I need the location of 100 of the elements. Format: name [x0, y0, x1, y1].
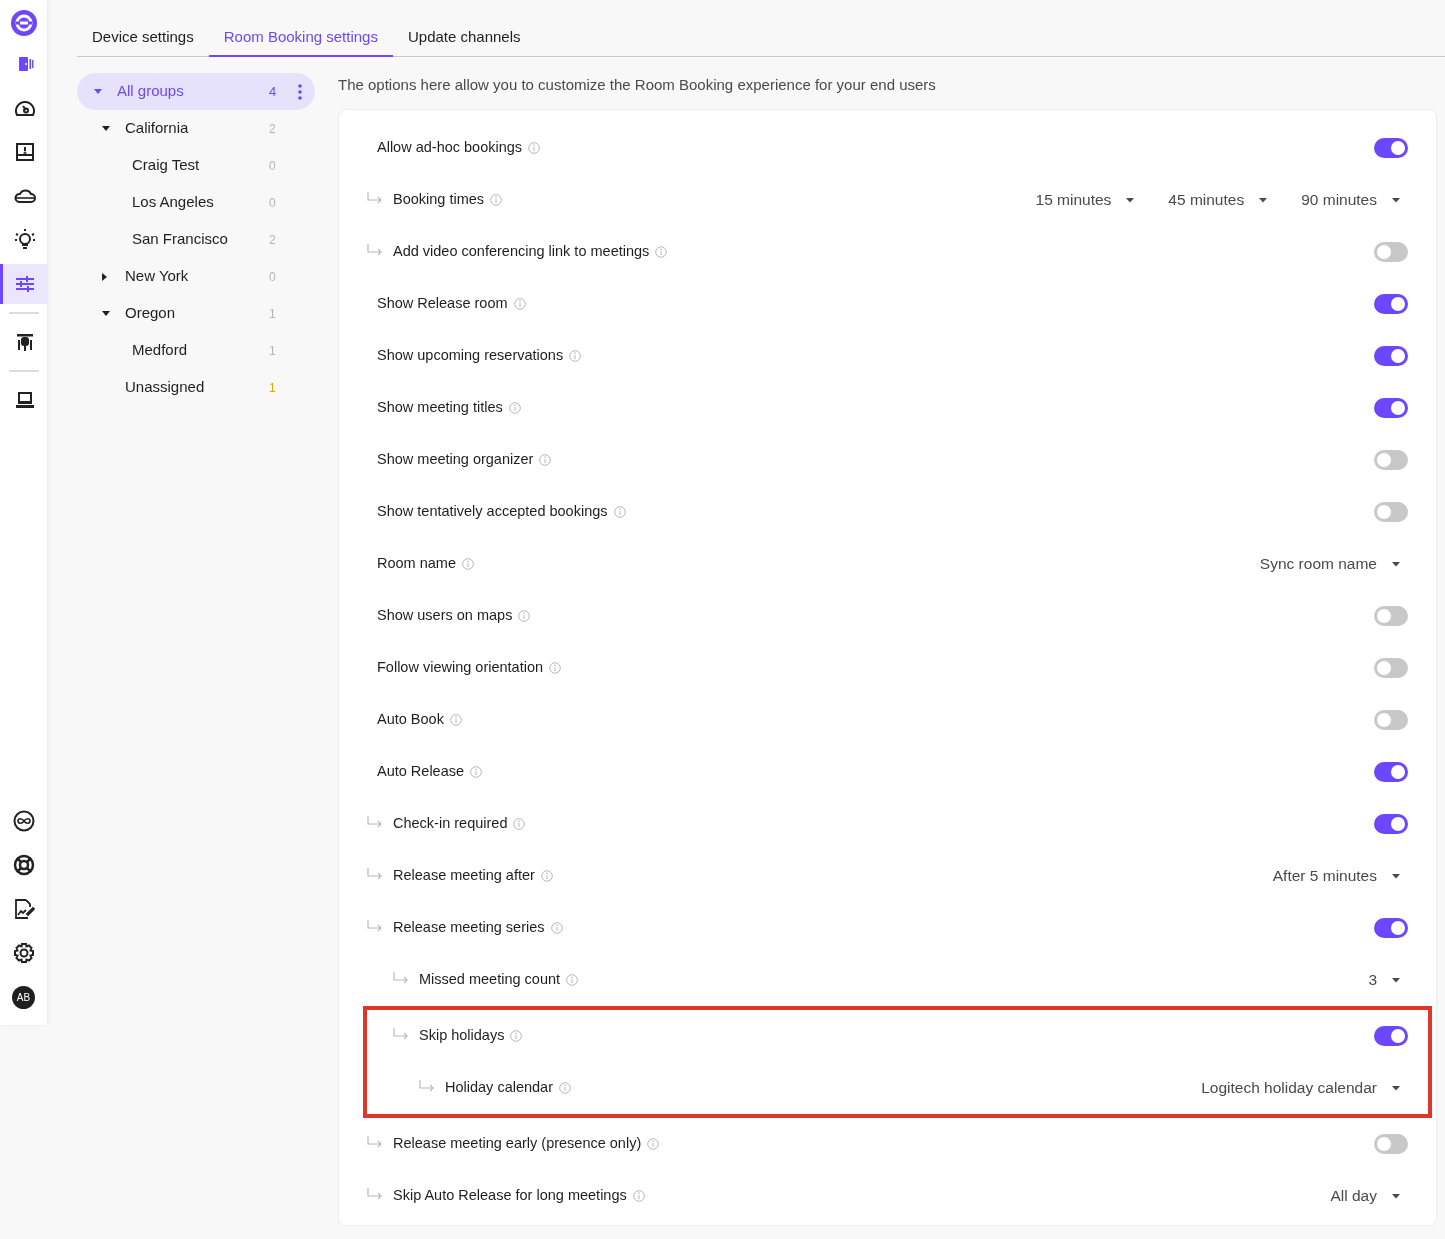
toggle-switch[interactable]	[1374, 762, 1408, 782]
caret-down-icon	[1392, 873, 1400, 879]
device-count: 2	[269, 231, 277, 249]
tab[interactable]: Device settings	[77, 19, 209, 57]
info-icon[interactable]	[518, 610, 531, 622]
info-icon[interactable]	[566, 974, 579, 986]
caret-down-icon	[1126, 197, 1135, 203]
group-tree-item[interactable]: Oregon 1	[77, 295, 315, 332]
caret-down-icon[interactable]	[102, 125, 110, 132]
info-icon[interactable]	[550, 922, 563, 934]
group-name: Medford	[132, 340, 189, 361]
group-tree-item[interactable]: Medford 1	[77, 332, 315, 369]
info-icon[interactable]	[510, 1030, 523, 1042]
toggle-switch[interactable]	[1374, 918, 1408, 938]
tab[interactable]: Update channels	[392, 19, 536, 57]
setting-label: Add video conferencing link to meetings	[393, 242, 650, 262]
settings-icon[interactable]	[12, 942, 35, 964]
chart-document-icon[interactable]	[12, 898, 35, 920]
toggle-switch[interactable]	[1374, 398, 1408, 418]
info-icon[interactable]	[549, 662, 562, 674]
toggle-switch[interactable]	[1374, 658, 1408, 678]
dropdown[interactable]: 15 minutes	[1035, 188, 1143, 212]
caret-down-icon	[1392, 977, 1400, 983]
toggle-switch[interactable]	[1374, 1026, 1408, 1046]
group-tree-item[interactable]: San Francisco 2	[77, 221, 315, 258]
group-name: California	[125, 118, 190, 139]
dropdown[interactable]: 90 minutes	[1301, 188, 1408, 212]
group-name: All groups	[117, 81, 185, 102]
dropdown[interactable]: Sync room name	[1259, 552, 1408, 576]
setting-label: Show tentatively accepted bookings	[377, 502, 608, 522]
toggle-switch[interactable]	[1374, 450, 1408, 470]
info-icon[interactable]	[490, 194, 503, 206]
caret-down-icon	[1392, 561, 1400, 567]
group-tree-item[interactable]: Los Angeles 0	[77, 184, 315, 221]
description-text: The options here allow you to customize the Room Booking experience for your end users	[338, 74, 937, 95]
setting-label: Allow ad-hoc bookings	[377, 138, 523, 158]
info-icon[interactable]	[647, 1138, 660, 1150]
dropdown[interactable]: 45 minutes	[1168, 188, 1276, 212]
device-count: 0	[269, 194, 277, 212]
caret-right-icon[interactable]	[102, 272, 108, 281]
setting-label: Skip Auto Release for long meetings	[393, 1186, 627, 1206]
device-count: 0	[269, 268, 277, 286]
group-tree-item[interactable]: New York 0	[77, 258, 315, 295]
dropdown[interactable]: All day	[1330, 1184, 1408, 1208]
group-tree-item[interactable]: Craig Test 0	[77, 147, 315, 184]
info-icon[interactable]	[539, 454, 552, 466]
group-tree-item[interactable]: All groups 4	[77, 73, 315, 110]
setting-label: Release meeting early (presence only)	[393, 1134, 642, 1154]
info-icon[interactable]	[569, 350, 582, 362]
device-count: 4	[269, 82, 278, 101]
setting-label: Show upcoming reservations	[377, 346, 564, 366]
setting-label: Follow viewing orientation	[377, 658, 544, 678]
group-tree-item[interactable]: California 2	[77, 110, 315, 147]
setting-label: Auto Release	[377, 762, 465, 782]
toggle-switch[interactable]	[1374, 294, 1408, 314]
group-name: Los Angeles	[132, 192, 215, 213]
setting-label: Show meeting titles	[377, 398, 503, 418]
lifebuoy-icon[interactable]	[12, 854, 35, 876]
toggle-switch[interactable]	[1374, 138, 1408, 158]
toggle-switch[interactable]	[1374, 502, 1408, 522]
info-icon[interactable]	[632, 1190, 645, 1202]
infinity-icon[interactable]	[12, 810, 35, 832]
dropdown[interactable]: Logitech holiday calendar	[1201, 1076, 1408, 1100]
info-icon[interactable]	[449, 714, 462, 726]
toggle-switch[interactable]	[1374, 1134, 1408, 1154]
caret-down-icon	[1392, 1193, 1400, 1199]
info-icon[interactable]	[559, 1082, 571, 1094]
info-icon[interactable]	[513, 818, 526, 830]
info-icon[interactable]	[655, 246, 668, 258]
caret-down-icon	[1392, 1085, 1400, 1091]
dropdown[interactable]: After 5 minutes	[1272, 864, 1408, 888]
logo-icon[interactable]	[10, 10, 37, 36]
user-avatar[interactable]: AB	[12, 986, 35, 1009]
alert-icon	[15, 142, 35, 162]
info-icon[interactable]	[540, 870, 553, 882]
setting-label: Show users on maps	[377, 606, 513, 626]
group-name: Unassigned	[125, 377, 206, 398]
info-icon[interactable]	[462, 558, 474, 570]
setting-label: Skip holidays	[419, 1026, 505, 1046]
dropdown[interactable]: 3	[1368, 968, 1408, 992]
setting-label: Holiday calendar	[445, 1078, 553, 1098]
info-icon[interactable]	[613, 506, 626, 518]
info-icon[interactable]	[470, 766, 483, 778]
info-icon[interactable]	[528, 142, 541, 154]
toggle-switch[interactable]	[1374, 242, 1408, 262]
toggle-switch[interactable]	[1374, 606, 1408, 626]
caret-down-icon[interactable]	[102, 310, 110, 317]
group-name: New York	[125, 266, 190, 287]
group-name: Oregon	[125, 303, 177, 324]
toggle-switch[interactable]	[1374, 710, 1408, 730]
group-name: San Francisco	[132, 229, 229, 250]
cloud-icon	[14, 188, 36, 204]
info-icon[interactable]	[508, 402, 521, 414]
sub-setting-arrow-icon	[367, 244, 383, 256]
toggle-switch[interactable]	[1374, 346, 1408, 366]
info-icon[interactable]	[513, 298, 526, 310]
tab[interactable]: Room Booking settings	[208, 19, 393, 57]
toggle-switch[interactable]	[1374, 814, 1408, 834]
group-tree-item[interactable]: Unassigned 1	[77, 369, 315, 406]
more-options-icon[interactable]	[298, 83, 302, 100]
